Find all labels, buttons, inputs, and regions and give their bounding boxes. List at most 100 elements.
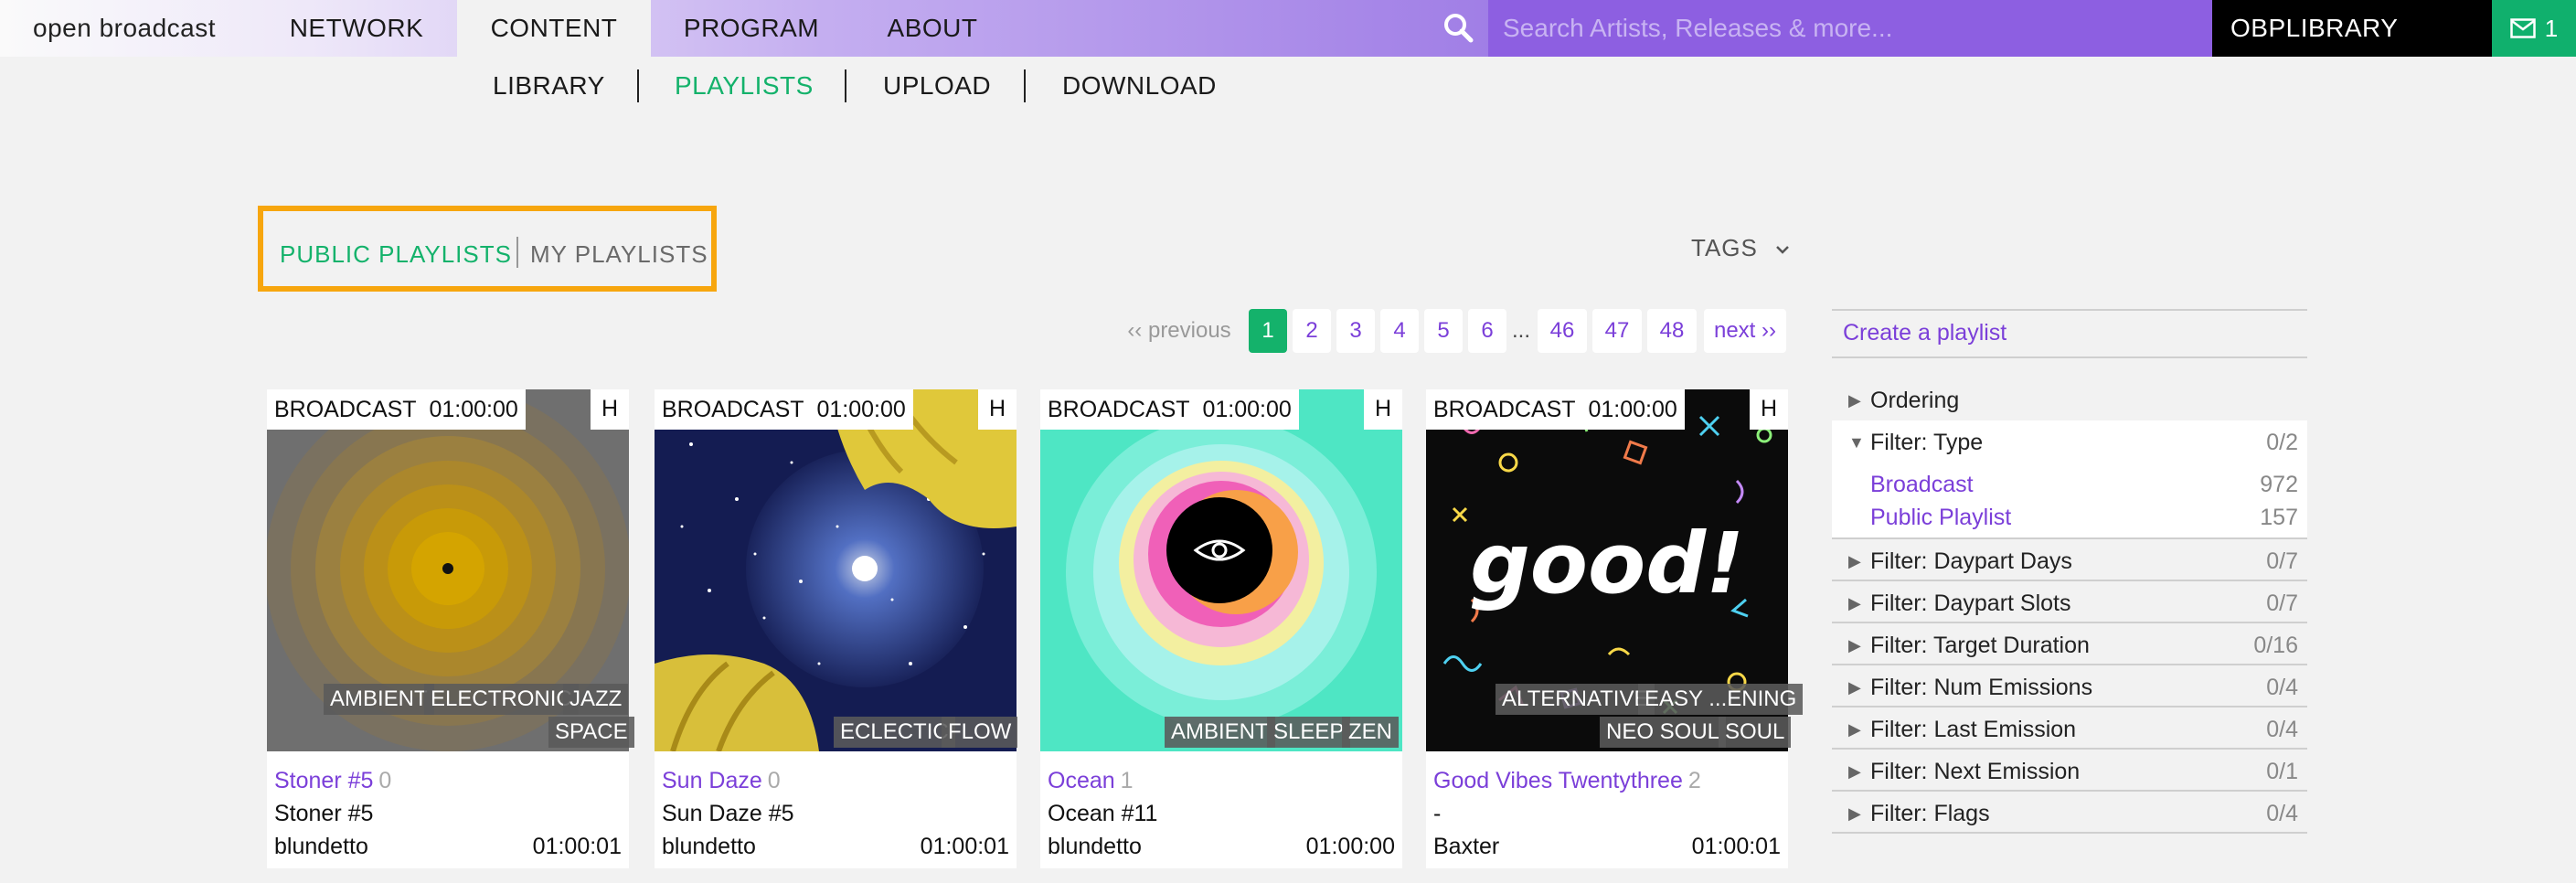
tag-chip[interactable]: ALTERNATIVE [1496, 684, 1655, 715]
create-playlist-link[interactable]: Create a playlist [1843, 320, 2007, 346]
playlist-description: Ocean #11 [1048, 801, 1158, 826]
playlist-type-label: BROADCAST 01:00:00 [1040, 389, 1299, 430]
expand-arrow-icon: ▶ [1848, 678, 1861, 697]
search-icon[interactable] [1442, 12, 1474, 43]
playlist-owner: blundetto [662, 834, 756, 859]
playlist-type-label: BROADCAST 01:00:00 [655, 389, 913, 430]
playlist-owner: blundetto [1048, 834, 1142, 859]
pagination-page[interactable]: 1 [1249, 309, 1287, 353]
playlist-title-link[interactable]: Ocean 1 [1048, 768, 1134, 794]
playlist-card[interactable]: BROADCAST 01:00:00 H AMBIENT SLEEP ZEN O… [1040, 389, 1402, 868]
pagination-page[interactable]: 47 [1592, 309, 1642, 353]
h-badge: H [1750, 389, 1788, 430]
tag-chip[interactable]: SPACE [548, 717, 634, 748]
tag-chip[interactable]: FLOW [942, 717, 1018, 748]
filter-next-emission[interactable]: ▶ Filter: Next Emission 0/1 [1832, 751, 2307, 792]
filter-daypart-slots[interactable]: ▶ Filter: Daypart Slots 0/7 [1832, 583, 2307, 623]
playlist-duration: 01:00:01 [1691, 834, 1781, 859]
subnav-library[interactable]: LIBRARY [493, 66, 605, 106]
filter-option-public-playlist[interactable]: Public Playlist [1870, 505, 2011, 531]
h-badge: H [591, 389, 629, 430]
tag-chip[interactable]: NEO SOUL [1600, 717, 1727, 748]
expand-arrow-icon: ▶ [1848, 552, 1861, 570]
chevron-down-icon [1776, 246, 1789, 254]
tag-chip[interactable]: SLEEP [1267, 717, 1351, 748]
playlist-title-link[interactable]: Sun Daze 0 [662, 768, 781, 794]
pagination-page[interactable]: 3 [1336, 309, 1375, 353]
nav-content[interactable]: CONTENT [457, 0, 651, 57]
tab-my-playlists[interactable]: MY PLAYLISTS [530, 240, 708, 269]
filter-option-count: 157 [2260, 505, 2298, 530]
filter-daypart-days[interactable]: ▶ Filter: Daypart Days 0/7 [1832, 541, 2307, 581]
filter-type[interactable]: ▼ Filter: Type 0/2 [1832, 422, 2307, 463]
filter-last-emission[interactable]: ▶ Filter: Last Emission 0/4 [1832, 709, 2307, 750]
filter-ordering[interactable]: ▶ Ordering [1832, 380, 2307, 420]
playlist-duration: 01:00:00 [1305, 834, 1395, 859]
playlist-description: Stoner #5 [274, 801, 374, 826]
pagination-page[interactable]: 46 [1538, 309, 1587, 353]
playlist-type-label: BROADCAST 01:00:00 [267, 389, 526, 430]
tab-public-playlists[interactable]: PUBLIC PLAYLISTS [280, 240, 512, 269]
tag-chip[interactable]: AMBIENT [1165, 717, 1275, 748]
tag-chip[interactable]: AMBIENT [324, 684, 434, 715]
playlist-description: Sun Daze #5 [662, 801, 794, 826]
divider [1832, 537, 2307, 539]
pagination-page[interactable]: 5 [1424, 309, 1463, 353]
tags-dropdown[interactable]: TAGS [1691, 234, 1791, 262]
expand-arrow-icon: ▶ [1848, 594, 1861, 612]
divider [1832, 790, 2307, 792]
divider [1832, 580, 2307, 581]
playlist-title-link[interactable]: Good Vibes Twentythree 2 [1433, 768, 1701, 794]
filter-target-duration[interactable]: ▶ Filter: Target Duration 0/16 [1832, 625, 2307, 665]
divider [1832, 356, 2307, 358]
artwork-wordmark: good! [1470, 515, 1744, 612]
playlist-title-link[interactable]: Stoner #5 0 [274, 768, 391, 794]
subnav-upload[interactable]: UPLOAD [883, 66, 991, 106]
tag-chip[interactable]: ELECTRONIC [424, 684, 579, 715]
divider [1832, 664, 2307, 665]
messages-button[interactable]: 1 [2492, 0, 2576, 57]
expand-arrow-icon: ▶ [1848, 720, 1861, 739]
tag-chip[interactable]: SOUL [1719, 717, 1792, 748]
tag-chip[interactable]: ECLECTIC [834, 717, 955, 748]
divider [1832, 622, 2307, 623]
playlist-artwork[interactable] [655, 389, 1017, 751]
pagination-page[interactable]: 4 [1380, 309, 1419, 353]
playlist-description: - [1433, 801, 1442, 826]
h-badge: H [978, 389, 1017, 430]
filter-num-emissions[interactable]: ▶ Filter: Num Emissions 0/4 [1832, 667, 2307, 707]
subnav-divider [637, 69, 639, 102]
obplibrary-button[interactable]: OBPLIBRARY [2212, 0, 2492, 57]
playlist-owner: Baxter [1433, 834, 1500, 859]
playlist-card[interactable]: BROADCAST 01:00:00 H AMBIENT ELECTRONIC … [267, 389, 634, 868]
playlist-duration: 01:00:01 [920, 834, 1009, 859]
divider [1832, 832, 2307, 834]
playlist-artwork[interactable] [1040, 389, 1402, 751]
brand-logo-text[interactable]: open broadcast [33, 0, 216, 57]
expand-arrow-icon: ▶ [1848, 391, 1861, 410]
playlist-card[interactable]: BROADCAST 01:00:00 H ECLECTIC FLOW Sun D… [655, 389, 1018, 868]
pagination-page[interactable]: 6 [1468, 309, 1506, 353]
tag-chip[interactable]: EASY ...ENING [1638, 684, 1804, 715]
expand-arrow-icon: ▶ [1848, 636, 1861, 654]
pagination-page[interactable]: 2 [1293, 309, 1331, 353]
pagination-previous[interactable]: ‹‹ previous [1126, 309, 1232, 353]
divider [1832, 309, 2307, 311]
nav-network[interactable]: NETWORK [267, 0, 446, 57]
subnav-playlists[interactable]: PLAYLISTS [675, 66, 814, 106]
pagination-next[interactable]: next ›› [1704, 309, 1786, 353]
envelope-icon [2510, 18, 2536, 38]
search-input[interactable] [1503, 14, 2212, 43]
tag-chip[interactable]: ZEN [1342, 717, 1399, 748]
filter-option-broadcast[interactable]: Broadcast [1870, 472, 1974, 498]
top-navigation-bar: open broadcast NETWORK CONTENT PROGRAM A… [0, 0, 2576, 57]
subnav-download[interactable]: DOWNLOAD [1062, 66, 1217, 106]
nav-program[interactable]: PROGRAM [660, 0, 843, 57]
nav-about[interactable]: ABOUT [852, 0, 1013, 57]
divider [1832, 748, 2307, 750]
playlist-owner: blundetto [274, 834, 368, 859]
filter-flags[interactable]: ▶ Filter: Flags 0/4 [1832, 793, 2307, 834]
playlist-card[interactable]: good! BROADCAST 01:00:00 H ALTERNATIVE E… [1426, 389, 1804, 868]
tag-chip[interactable]: JAZZ [563, 684, 629, 715]
pagination-page[interactable]: 48 [1647, 309, 1697, 353]
